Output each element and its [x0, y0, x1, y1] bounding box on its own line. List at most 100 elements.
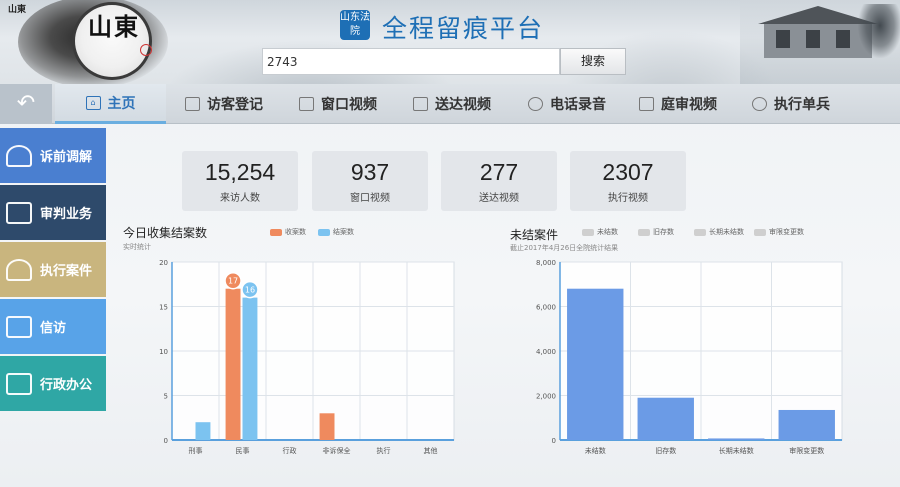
chart2-legend-item[interactable]: 审限变更数	[754, 227, 804, 237]
sidebar-item-label: 审判业务	[40, 207, 93, 222]
legend-swatch	[694, 228, 706, 236]
chart1-legend-item[interactable]: 结案数	[318, 227, 354, 237]
x-tick-label: 民事	[236, 446, 250, 455]
court-emblem-icon: 山东法院	[340, 10, 370, 40]
legend-label: 旧存数	[653, 228, 674, 236]
bar	[225, 288, 241, 440]
stat-label: 窗口视频	[350, 193, 390, 204]
home-icon: ⌂	[85, 95, 101, 110]
bar	[778, 409, 835, 440]
chart2-legend-item[interactable]: 未结数	[582, 227, 618, 237]
chart2-legend-item[interactable]: 旧存数	[638, 227, 674, 237]
bar	[195, 422, 211, 440]
legend-swatch	[638, 228, 650, 236]
stat-value: 277	[479, 159, 519, 185]
chart1-legend-item[interactable]: 收案数	[270, 227, 306, 237]
y-tick-label: 0	[164, 437, 168, 445]
bar	[708, 438, 765, 440]
house-window-decoration	[806, 30, 820, 48]
y-tick-label: 8,000	[536, 259, 556, 267]
tab-label: 送达视频	[435, 97, 491, 113]
tab-label: 执行单兵	[774, 97, 830, 113]
sidebar-item-trial[interactable]: 审判业务	[0, 185, 106, 240]
stat-value: 2307	[602, 159, 654, 185]
sidebar-item-office[interactable]: 行政办公	[0, 356, 106, 411]
chart1-title: 今日收集结案数	[123, 226, 208, 240]
top-nav: ↶ ⌂ 主页 访客登记 窗口视频 送达视频 电话录音 庭审视频 执行单兵	[0, 84, 900, 124]
bar	[637, 397, 694, 440]
sidebar-item-label: 行政办公	[40, 378, 93, 393]
tab-phone-recording[interactable]: 电话录音	[510, 84, 624, 124]
sidebar-item-mediation[interactable]: 诉前调解	[0, 128, 106, 183]
sidebar-item-label: 信访	[40, 321, 67, 336]
gear-icon	[528, 97, 543, 111]
x-tick-label: 行政	[283, 446, 297, 455]
tab-trial-video[interactable]: 庭审视频	[622, 84, 734, 124]
house-window-decoration	[836, 30, 850, 48]
tab-window-video[interactable]: 窗口视频	[282, 84, 394, 124]
x-tick-label: 非诉保全	[323, 446, 351, 455]
y-tick-label: 20	[159, 259, 168, 267]
legend-label: 长期未结数	[709, 228, 744, 236]
stat-card: 2307 执行视频	[570, 151, 686, 211]
x-tick-label: 执行	[377, 446, 391, 455]
sidebar-item-petition[interactable]: 信访	[0, 299, 106, 354]
x-tick-label: 旧存数	[655, 446, 676, 455]
bar	[319, 413, 335, 440]
visitor-icon	[185, 97, 200, 111]
tab-label: 庭审视频	[661, 97, 717, 113]
house-window-decoration	[776, 30, 790, 48]
app-title: 全程留痕平台	[382, 14, 545, 43]
sidebar-item-label: 执行案件	[40, 264, 93, 279]
x-tick-label: 审限变更数	[789, 446, 824, 455]
tab-label: 访客登记	[207, 97, 263, 113]
legend-label: 审限变更数	[769, 228, 804, 236]
y-tick-label: 6,000	[536, 304, 556, 312]
y-tick-label: 4,000	[536, 348, 556, 356]
handshake-icon	[6, 258, 32, 281]
people-icon	[6, 144, 32, 167]
search-button[interactable]: 搜索	[560, 48, 626, 75]
header-banner: 山東 山東 山东法院 全程留痕平台 搜索	[0, 0, 900, 84]
x-tick-label: 其他	[424, 446, 438, 455]
chart2-svg: 0 2,000 4,000 6,000 8,000 未结数 旧存数 长期未结数 审限变更数	[536, 259, 843, 455]
tab-delivery-video[interactable]: 送达视频	[396, 84, 508, 124]
video-window-icon	[299, 97, 314, 111]
legend-swatch	[270, 228, 282, 236]
data-label: 17	[228, 277, 238, 286]
video-window-icon	[639, 97, 654, 111]
x-tick-label: 刑事	[189, 446, 203, 455]
y-tick-label: 2,000	[536, 393, 556, 401]
chart2-legend-item[interactable]: 长期未结数	[694, 227, 744, 237]
office-icon	[6, 372, 32, 395]
y-tick-label: 5	[164, 393, 168, 401]
search-input[interactable]	[262, 48, 560, 75]
logo-text: 山東	[88, 12, 140, 41]
y-tick-label: 15	[159, 304, 168, 312]
y-tick-label: 10	[159, 348, 168, 356]
stat-label: 送达视频	[479, 193, 519, 204]
stat-card: 937 窗口视频	[312, 151, 428, 211]
data-label: 16	[245, 286, 255, 295]
legend-swatch	[582, 228, 594, 236]
legend-swatch	[754, 228, 766, 236]
gavel-icon	[6, 201, 32, 224]
mini-seal: 山東	[8, 5, 27, 15]
back-button[interactable]: ↶	[0, 84, 52, 124]
chart1-svg: 0 5 10 15 20 刑事 民事 行政 非诉保全 执行 其他 17 16	[159, 259, 455, 455]
legend-label: 结案数	[333, 228, 354, 236]
sidebar-item-execution[interactable]: 执行案件	[0, 242, 106, 297]
legend-label: 收案数	[285, 228, 306, 236]
tab-home[interactable]: ⌂ 主页	[55, 84, 166, 124]
sidebar-item-label: 诉前调解	[40, 150, 93, 165]
bar	[567, 288, 624, 440]
x-tick-label: 未结数	[585, 446, 606, 455]
tab-execution-unit[interactable]: 执行单兵	[734, 84, 848, 124]
legend-label: 未结数	[597, 228, 618, 236]
tree-decoration	[858, 4, 900, 58]
tab-visitor[interactable]: 访客登记	[168, 84, 280, 124]
logo-seal-icon	[140, 44, 152, 56]
tab-label: 电话录音	[550, 97, 606, 113]
stat-card: 277 送达视频	[441, 151, 557, 211]
stat-label: 来访人数	[220, 193, 260, 204]
